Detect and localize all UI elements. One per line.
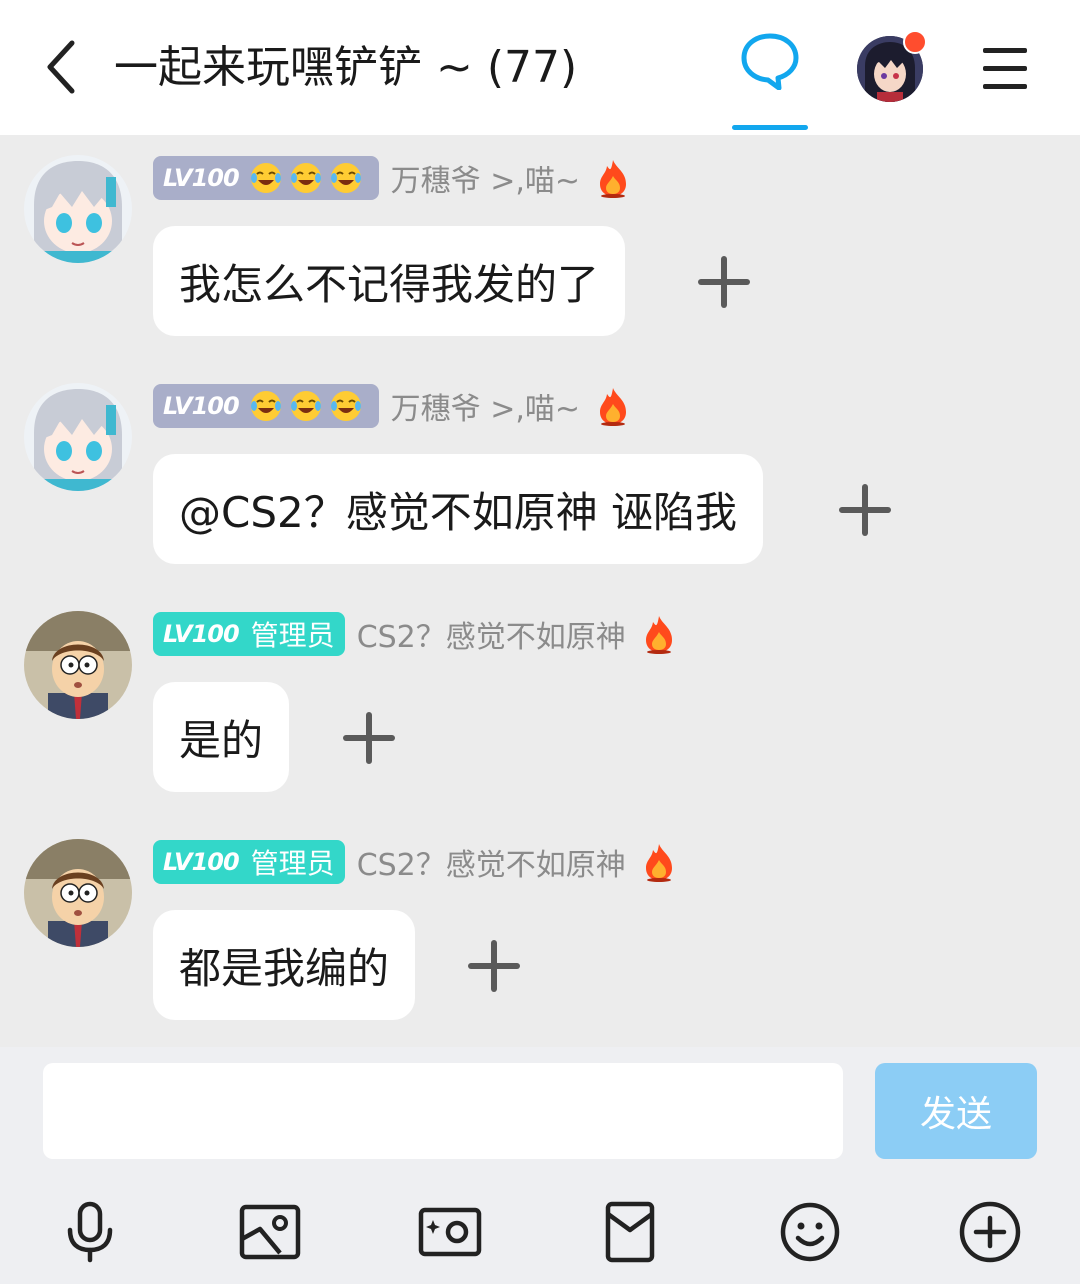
camera-button[interactable] — [415, 1197, 485, 1267]
message-bubble[interactable]: @CS2？感觉不如原神 诬陷我 — [153, 454, 764, 564]
level-badge: LV100 — [153, 384, 379, 428]
emoji-button[interactable] — [775, 1197, 845, 1267]
group-title: 一起来玩嘿铲铲 ~ (77) — [114, 42, 578, 93]
laughing-crying-emoji-icon — [330, 391, 361, 421]
laughing-crying-emoji-icon — [250, 163, 281, 193]
composer-panel: 发送 — [0, 1047, 1080, 1284]
badge-emoji-group — [249, 389, 369, 423]
fire-icon — [600, 388, 627, 426]
sender-avatar[interactable] — [24, 611, 132, 719]
red-packet-button[interactable] — [595, 1197, 665, 1267]
anime-girl-avatar-icon — [24, 383, 132, 491]
notification-dot — [903, 30, 927, 54]
cartoon-boy-avatar-icon — [24, 839, 132, 947]
image-icon — [239, 1204, 301, 1260]
sender-meta: LV100 管理员 CS2？感觉不如原神 — [153, 840, 678, 884]
sender-avatar[interactable] — [24, 839, 132, 947]
hamburger-menu-icon — [983, 48, 1027, 89]
add-reaction-plus-icon[interactable] — [464, 936, 524, 996]
back-button[interactable] — [30, 32, 90, 102]
send-button[interactable]: 发送 — [875, 1063, 1037, 1159]
voice-button[interactable] — [55, 1197, 125, 1267]
message-bubble[interactable]: 都是我编的 — [153, 910, 416, 1020]
level-badge: LV100 管理员 — [153, 612, 345, 656]
anime-girl-avatar-icon — [24, 155, 132, 263]
role-label: 管理员 — [250, 847, 335, 880]
camera-icon — [418, 1207, 482, 1257]
plus-circle-icon — [959, 1201, 1021, 1263]
laughing-crying-emoji-icon — [250, 391, 281, 421]
fire-icon — [645, 844, 672, 882]
sender-nickname[interactable]: CS2？感觉不如原神 — [357, 612, 626, 656]
chat-header: 一起来玩嘿铲铲 ~ (77) — [0, 0, 1080, 135]
message-bubble[interactable]: 是的 — [153, 682, 290, 792]
red-packet-icon — [605, 1201, 655, 1263]
chat-bubble-icon — [741, 33, 799, 90]
chevron-left-icon — [47, 40, 75, 94]
emoji-icon — [780, 1202, 840, 1262]
level-badge: LV100 — [153, 156, 379, 200]
microphone-icon — [67, 1201, 113, 1263]
level-label: LV100 — [163, 620, 240, 648]
add-reaction-plus-icon[interactable] — [835, 480, 895, 540]
sender-meta: LV100 万穗爷 >,喵~ — [153, 156, 632, 200]
active-tab-indicator — [732, 125, 808, 130]
laughing-crying-emoji-icon — [290, 163, 321, 193]
message-input[interactable] — [43, 1063, 843, 1159]
level-label: LV100 — [163, 164, 240, 192]
menu-button[interactable] — [975, 42, 1035, 96]
sender-avatar[interactable] — [24, 155, 132, 263]
sender-nickname[interactable]: CS2？感觉不如原神 — [357, 840, 626, 884]
message-bubble[interactable]: 我怎么不记得我发的了 — [153, 226, 626, 336]
sender-nickname[interactable]: 万穗爷 >,喵~ — [391, 384, 580, 428]
add-reaction-plus-icon[interactable] — [694, 252, 754, 312]
composer-toolbar — [0, 1187, 1080, 1277]
role-label: 管理员 — [250, 619, 335, 652]
laughing-crying-emoji-icon — [330, 163, 361, 193]
sender-meta: LV100 管理员 CS2？感觉不如原神 — [153, 612, 678, 656]
sender-nickname[interactable]: 万穗爷 >,喵~ — [391, 156, 580, 200]
fire-icon — [600, 160, 627, 198]
tab-chat[interactable] — [730, 30, 810, 130]
sender-meta: LV100 万穗爷 >,喵~ — [153, 384, 632, 428]
laughing-crying-emoji-icon — [290, 391, 321, 421]
badge-emoji-group — [249, 161, 369, 195]
add-reaction-plus-icon[interactable] — [339, 708, 399, 768]
level-label: LV100 — [163, 848, 240, 876]
level-badge: LV100 管理员 — [153, 840, 345, 884]
more-button[interactable] — [955, 1197, 1025, 1267]
image-button[interactable] — [235, 1197, 305, 1267]
fire-icon — [645, 616, 672, 654]
level-label: LV100 — [163, 392, 240, 420]
cartoon-boy-avatar-icon — [24, 611, 132, 719]
sender-avatar[interactable] — [24, 383, 132, 491]
